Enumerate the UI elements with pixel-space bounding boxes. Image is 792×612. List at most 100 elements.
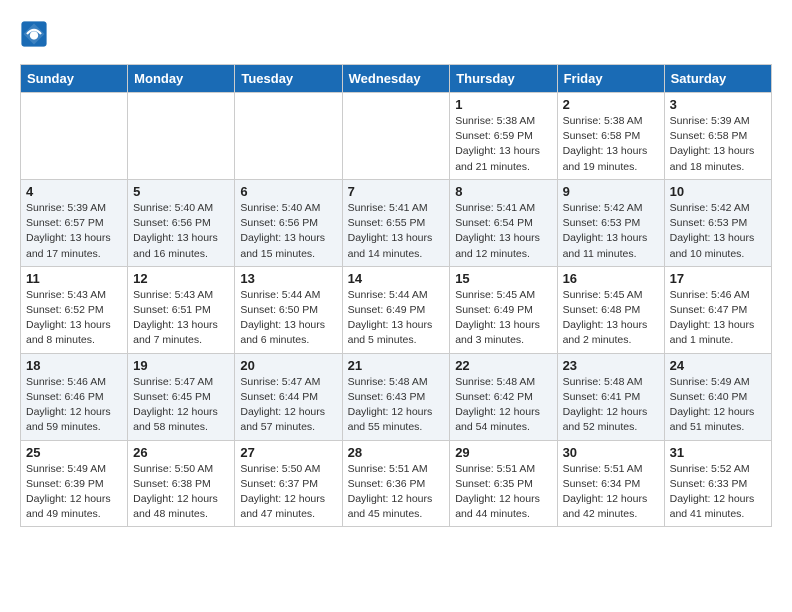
- day-info: Sunrise: 5:47 AM Sunset: 6:44 PM Dayligh…: [240, 375, 336, 436]
- calendar-cell: 9 Sunrise: 5:42 AM Sunset: 6:53 PM Daylig…: [557, 179, 664, 266]
- calendar-cell: 6 Sunrise: 5:40 AM Sunset: 6:56 PM Daylig…: [235, 179, 342, 266]
- day-info: Sunrise: 5:48 AM Sunset: 6:41 PM Dayligh…: [563, 375, 659, 436]
- day-info: Sunrise: 5:40 AM Sunset: 6:56 PM Dayligh…: [133, 201, 229, 262]
- calendar-cell: 7Sunrise: 5:41 AM Sunset: 6:55 PM Daylig…: [342, 179, 450, 266]
- day-number: 27: [240, 445, 336, 460]
- day-info: Sunrise: 5:40 AM Sunset: 6:56 PM Dayligh…: [240, 201, 336, 262]
- day-number: 18: [26, 358, 122, 373]
- day-number: 1: [455, 97, 551, 112]
- day-number: 4: [26, 184, 122, 199]
- day-number: 8: [455, 184, 551, 199]
- day-number: 29: [455, 445, 551, 460]
- day-info: Sunrise: 5:39 AM Sunset: 6:58 PM Dayligh…: [670, 114, 766, 175]
- day-info: Sunrise: 5:51 AM Sunset: 6:34 PM Dayligh…: [563, 462, 659, 523]
- calendar-cell: 12 Sunrise: 5:43 AM Sunset: 6:51 PM Dayli…: [128, 266, 235, 353]
- calendar-cell: 14 Sunrise: 5:44 AM Sunset: 6:49 PM Dayli…: [342, 266, 450, 353]
- day-info: Sunrise: 5:51 AM Sunset: 6:35 PM Dayligh…: [455, 462, 551, 523]
- day-header-friday: Friday: [557, 65, 664, 93]
- calendar-cell: 16Sunrise: 5:45 AM Sunset: 6:48 PM Dayli…: [557, 266, 664, 353]
- calendar-cell: 2 Sunrise: 5:38 AM Sunset: 6:58 PM Daylig…: [557, 93, 664, 180]
- day-header-thursday: Thursday: [450, 65, 557, 93]
- day-info: Sunrise: 5:46 AM Sunset: 6:46 PM Dayligh…: [26, 375, 122, 436]
- calendar-week-row: 25Sunrise: 5:49 AM Sunset: 6:39 PM Dayli…: [21, 440, 772, 527]
- day-number: 14: [348, 271, 445, 286]
- day-number: 20: [240, 358, 336, 373]
- day-info: Sunrise: 5:41 AM Sunset: 6:54 PM Dayligh…: [455, 201, 551, 262]
- day-info: Sunrise: 5:48 AM Sunset: 6:42 PM Dayligh…: [455, 375, 551, 436]
- day-number: 30: [563, 445, 659, 460]
- day-info: Sunrise: 5:48 AM Sunset: 6:43 PM Dayligh…: [348, 375, 445, 436]
- calendar-cell: 15 Sunrise: 5:45 AM Sunset: 6:49 PM Dayli…: [450, 266, 557, 353]
- day-number: 2: [563, 97, 659, 112]
- calendar-cell: 23Sunrise: 5:48 AM Sunset: 6:41 PM Dayli…: [557, 353, 664, 440]
- calendar-cell: [128, 93, 235, 180]
- calendar-week-row: 1 Sunrise: 5:38 AM Sunset: 6:59 PM Daylig…: [21, 93, 772, 180]
- day-info: Sunrise: 5:38 AM Sunset: 6:58 PM Dayligh…: [563, 114, 659, 175]
- day-info: Sunrise: 5:52 AM Sunset: 6:33 PM Dayligh…: [670, 462, 766, 523]
- calendar-cell: 4 Sunrise: 5:39 AM Sunset: 6:57 PM Daylig…: [21, 179, 128, 266]
- day-info: Sunrise: 5:39 AM Sunset: 6:57 PM Dayligh…: [26, 201, 122, 262]
- day-number: 15: [455, 271, 551, 286]
- page-header: [20, 20, 772, 48]
- calendar-cell: 17 Sunrise: 5:46 AM Sunset: 6:47 PM Dayli…: [664, 266, 771, 353]
- calendar-header-row: SundayMondayTuesdayWednesdayThursdayFrid…: [21, 65, 772, 93]
- day-number: 26: [133, 445, 229, 460]
- day-header-monday: Monday: [128, 65, 235, 93]
- day-number: 19: [133, 358, 229, 373]
- calendar-cell: 20 Sunrise: 5:47 AM Sunset: 6:44 PM Dayli…: [235, 353, 342, 440]
- calendar-cell: [342, 93, 450, 180]
- day-number: 11: [26, 271, 122, 286]
- day-header-saturday: Saturday: [664, 65, 771, 93]
- calendar-cell: 25Sunrise: 5:49 AM Sunset: 6:39 PM Dayli…: [21, 440, 128, 527]
- day-number: 31: [670, 445, 766, 460]
- calendar-cell: 28Sunrise: 5:51 AM Sunset: 6:36 PM Dayli…: [342, 440, 450, 527]
- logo-icon: [20, 20, 48, 48]
- day-info: Sunrise: 5:49 AM Sunset: 6:40 PM Dayligh…: [670, 375, 766, 436]
- calendar-cell: 21 Sunrise: 5:48 AM Sunset: 6:43 PM Dayli…: [342, 353, 450, 440]
- day-number: 17: [670, 271, 766, 286]
- calendar-cell: 11 Sunrise: 5:43 AM Sunset: 6:52 PM Dayli…: [21, 266, 128, 353]
- logo: [20, 20, 52, 48]
- calendar-cell: 19 Sunrise: 5:47 AM Sunset: 6:45 PM Dayli…: [128, 353, 235, 440]
- day-info: Sunrise: 5:41 AM Sunset: 6:55 PM Dayligh…: [348, 201, 445, 262]
- day-number: 9: [563, 184, 659, 199]
- day-info: Sunrise: 5:45 AM Sunset: 6:49 PM Dayligh…: [455, 288, 551, 349]
- calendar-cell: 3 Sunrise: 5:39 AM Sunset: 6:58 PM Daylig…: [664, 93, 771, 180]
- day-info: Sunrise: 5:43 AM Sunset: 6:52 PM Dayligh…: [26, 288, 122, 349]
- day-info: Sunrise: 5:46 AM Sunset: 6:47 PM Dayligh…: [670, 288, 766, 349]
- day-info: Sunrise: 5:45 AM Sunset: 6:48 PM Dayligh…: [563, 288, 659, 349]
- day-number: 24: [670, 358, 766, 373]
- day-number: 3: [670, 97, 766, 112]
- day-number: 6: [240, 184, 336, 199]
- day-info: Sunrise: 5:38 AM Sunset: 6:59 PM Dayligh…: [455, 114, 551, 175]
- calendar-cell: 31 Sunrise: 5:52 AM Sunset: 6:33 PM Dayli…: [664, 440, 771, 527]
- calendar-cell: 8 Sunrise: 5:41 AM Sunset: 6:54 PM Daylig…: [450, 179, 557, 266]
- day-info: Sunrise: 5:47 AM Sunset: 6:45 PM Dayligh…: [133, 375, 229, 436]
- day-number: 28: [348, 445, 445, 460]
- day-info: Sunrise: 5:50 AM Sunset: 6:37 PM Dayligh…: [240, 462, 336, 523]
- calendar-cell: [235, 93, 342, 180]
- calendar-cell: 30 Sunrise: 5:51 AM Sunset: 6:34 PM Dayli…: [557, 440, 664, 527]
- day-info: Sunrise: 5:44 AM Sunset: 6:49 PM Dayligh…: [348, 288, 445, 349]
- day-info: Sunrise: 5:50 AM Sunset: 6:38 PM Dayligh…: [133, 462, 229, 523]
- day-number: 12: [133, 271, 229, 286]
- day-number: 25: [26, 445, 122, 460]
- day-number: 21: [348, 358, 445, 373]
- day-info: Sunrise: 5:44 AM Sunset: 6:50 PM Dayligh…: [240, 288, 336, 349]
- day-info: Sunrise: 5:42 AM Sunset: 6:53 PM Dayligh…: [563, 201, 659, 262]
- day-number: 13: [240, 271, 336, 286]
- calendar-cell: 24 Sunrise: 5:49 AM Sunset: 6:40 PM Dayli…: [664, 353, 771, 440]
- calendar-week-row: 4 Sunrise: 5:39 AM Sunset: 6:57 PM Daylig…: [21, 179, 772, 266]
- calendar-cell: 26 Sunrise: 5:50 AM Sunset: 6:38 PM Dayli…: [128, 440, 235, 527]
- calendar-cell: 27 Sunrise: 5:50 AM Sunset: 6:37 PM Dayli…: [235, 440, 342, 527]
- calendar: SundayMondayTuesdayWednesdayThursdayFrid…: [20, 64, 772, 527]
- calendar-cell: [21, 93, 128, 180]
- day-header-wednesday: Wednesday: [342, 65, 450, 93]
- day-info: Sunrise: 5:42 AM Sunset: 6:53 PM Dayligh…: [670, 201, 766, 262]
- calendar-cell: 1 Sunrise: 5:38 AM Sunset: 6:59 PM Daylig…: [450, 93, 557, 180]
- calendar-cell: 22Sunrise: 5:48 AM Sunset: 6:42 PM Dayli…: [450, 353, 557, 440]
- calendar-cell: 29 Sunrise: 5:51 AM Sunset: 6:35 PM Dayli…: [450, 440, 557, 527]
- calendar-cell: 10Sunrise: 5:42 AM Sunset: 6:53 PM Dayli…: [664, 179, 771, 266]
- day-info: Sunrise: 5:43 AM Sunset: 6:51 PM Dayligh…: [133, 288, 229, 349]
- day-header-sunday: Sunday: [21, 65, 128, 93]
